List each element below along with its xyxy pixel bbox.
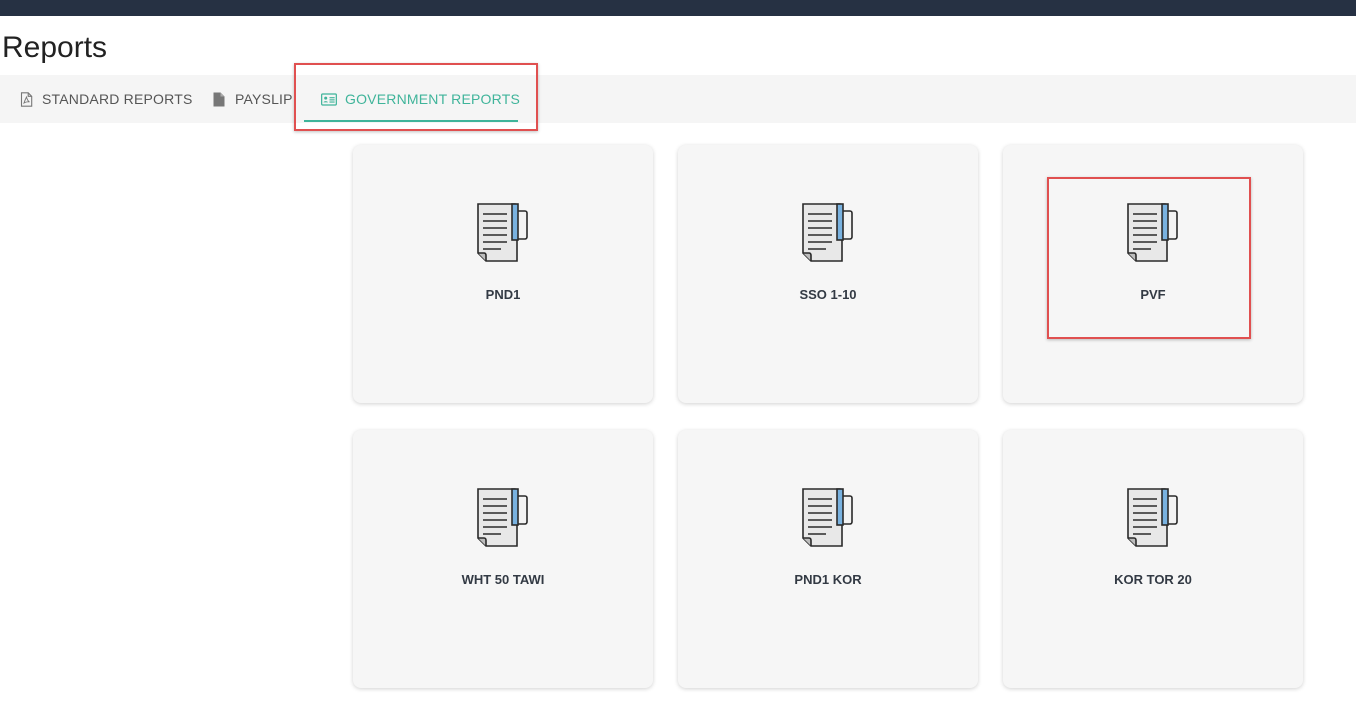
report-card-kor-tor-20[interactable]: KOR TOR 20 — [1003, 430, 1303, 688]
report-card-pnd1-kor[interactable]: PND1 KOR — [678, 430, 978, 688]
report-card-label: PVF — [1140, 287, 1166, 302]
report-card-label: PND1 — [485, 287, 521, 302]
report-card-label: SSO 1-10 — [799, 287, 857, 302]
pdf-file-icon — [18, 91, 34, 107]
report-card-label: WHT 50 TAWI — [461, 572, 545, 587]
report-card-pvf[interactable]: PVF — [1003, 145, 1303, 403]
report-card-wht-50-tawi[interactable]: WHT 50 TAWI — [353, 430, 653, 688]
file-icon — [211, 91, 227, 107]
active-tab-indicator — [304, 120, 518, 122]
report-card-pnd1[interactable]: PND1 — [353, 145, 653, 403]
document-icon — [802, 488, 853, 547]
report-card-label: PND1 KOR — [794, 572, 862, 587]
document-icon — [477, 203, 528, 262]
report-tabs: STANDARD REPORTS PAYSLIP GOVERNMENT REPO… — [0, 75, 1356, 123]
report-card-label: KOR TOR 20 — [1114, 572, 1192, 587]
document-icon — [1127, 488, 1178, 547]
tab-standard-reports[interactable]: STANDARD REPORTS — [18, 75, 192, 123]
report-card-sso-1-10[interactable]: SSO 1-10 — [678, 145, 978, 403]
tab-government-reports[interactable]: GOVERNMENT REPORTS — [321, 75, 520, 123]
page-title: Reports — [2, 31, 108, 64]
document-icon — [802, 203, 853, 262]
tab-payslip[interactable]: PAYSLIP — [211, 75, 293, 123]
document-icon — [1127, 203, 1178, 262]
top-navbar — [0, 0, 1356, 16]
tab-standard-reports-label: STANDARD REPORTS — [42, 91, 193, 107]
tab-government-reports-label: GOVERNMENT REPORTS — [345, 91, 520, 107]
document-icon — [477, 488, 528, 547]
id-card-icon — [321, 91, 337, 107]
tab-payslip-label: PAYSLIP — [235, 91, 293, 107]
